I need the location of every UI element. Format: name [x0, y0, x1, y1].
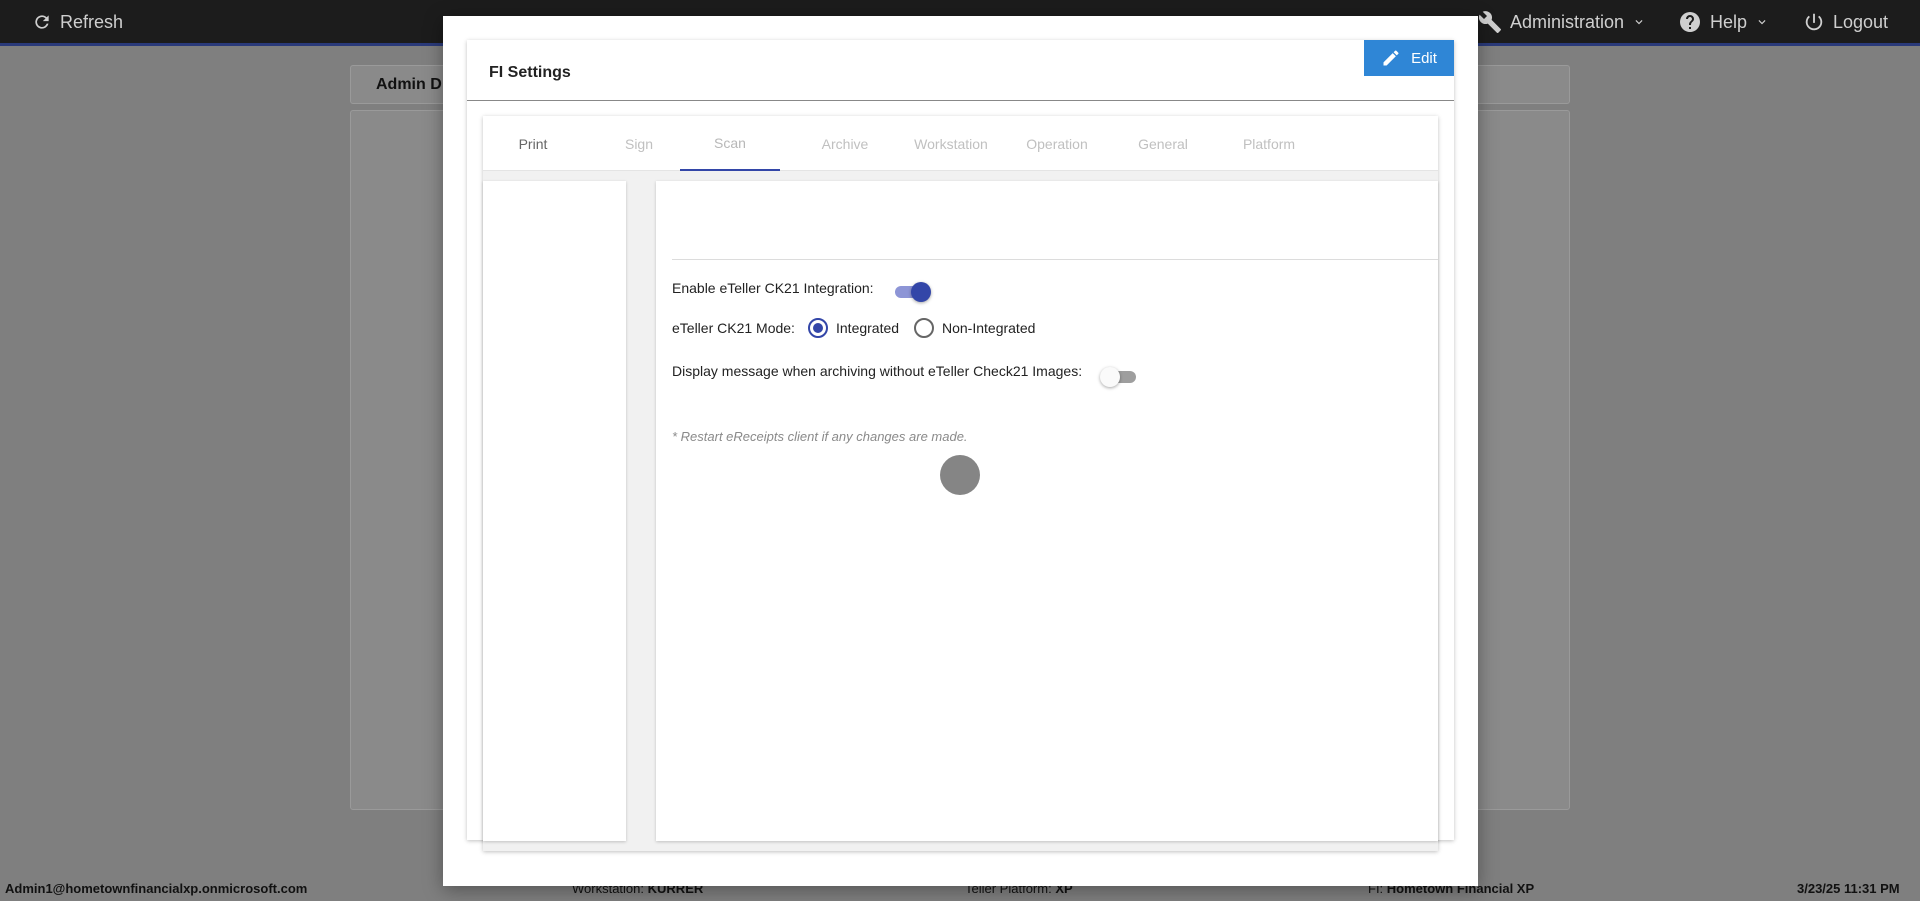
display-message-label: Display message when archiving without e…: [672, 363, 1083, 379]
tab-general[interactable]: General: [1113, 116, 1213, 171]
help-icon: [1680, 12, 1700, 32]
refresh-label: Refresh: [60, 11, 124, 32]
side-panel: [483, 181, 626, 841]
logout-button[interactable]: Logout: [1803, 0, 1888, 44]
tab-archive[interactable]: Archive: [795, 116, 895, 171]
toggle-thumb: [1100, 367, 1120, 387]
display-message-toggle[interactable]: [1100, 365, 1138, 389]
footer-datetime: 3/23/25 11:31 PM: [1797, 881, 1900, 896]
tab-print[interactable]: Print: [483, 116, 583, 171]
administration-label: Administration: [1510, 11, 1625, 32]
dialog-title: FI Settings: [489, 64, 571, 81]
tab-workstation[interactable]: Workstation: [901, 116, 1001, 171]
enable-ck21-toggle[interactable]: [893, 280, 931, 304]
footer-user: Admin1@hometownfinancialxp.onmicrosoft.c…: [5, 881, 308, 896]
edit-label: Edit: [1411, 49, 1437, 67]
refresh-button[interactable]: Refresh: [32, 0, 123, 44]
refresh-icon: [35, 15, 49, 29]
tab-scan[interactable]: Scan: [680, 116, 780, 171]
tab-sign[interactable]: Sign: [589, 116, 689, 171]
background-page-title: Admin D: [376, 76, 442, 93]
ck21-mode-label: eTeller CK21 Mode:: [672, 320, 795, 336]
fi-settings-card: FI Settings Edit Print Sign Scan Archive…: [467, 40, 1454, 851]
toggle-thumb: [911, 282, 931, 302]
fi-settings-dialog: FI Settings Edit Print Sign Scan Archive…: [443, 16, 1478, 886]
mode-integrated-radio[interactable]: [808, 318, 828, 338]
edit-button[interactable]: Edit: [1364, 40, 1454, 76]
mode-non-integrated-radio[interactable]: [914, 318, 934, 338]
power-icon: [1805, 13, 1823, 31]
mode-integrated-label: Integrated: [836, 320, 900, 336]
restart-note: * Restart eReceipts client if any change…: [672, 429, 968, 444]
loading-spinner: [940, 455, 980, 495]
administration-menu[interactable]: Administration: [1478, 0, 1646, 44]
scan-settings-panel: Enable eTeller CK21 Integration: eTeller…: [656, 181, 1438, 841]
logout-label: Logout: [1833, 11, 1889, 32]
help-menu[interactable]: Help: [1678, 0, 1769, 44]
mode-non-integrated-label: Non-Integrated: [942, 320, 1036, 336]
tab-platform[interactable]: Platform: [1219, 116, 1319, 171]
section-divider: [672, 259, 1438, 260]
tab-operation[interactable]: Operation: [1007, 116, 1107, 171]
tab-bar: Print Sign Scan Archive Workstation Oper…: [483, 116, 1438, 171]
chevron-down-icon: [1758, 20, 1766, 25]
title-divider: [467, 100, 1454, 101]
wrench-icon: [1478, 11, 1501, 33]
enable-ck21-label: Enable eTeller CK21 Integration:: [672, 280, 874, 296]
help-label: Help: [1710, 11, 1748, 32]
pencil-icon: [1383, 50, 1399, 66]
settings-wizard: Print Sign Scan Archive Workstation Oper…: [483, 116, 1438, 851]
chevron-down-icon: [1635, 20, 1643, 25]
